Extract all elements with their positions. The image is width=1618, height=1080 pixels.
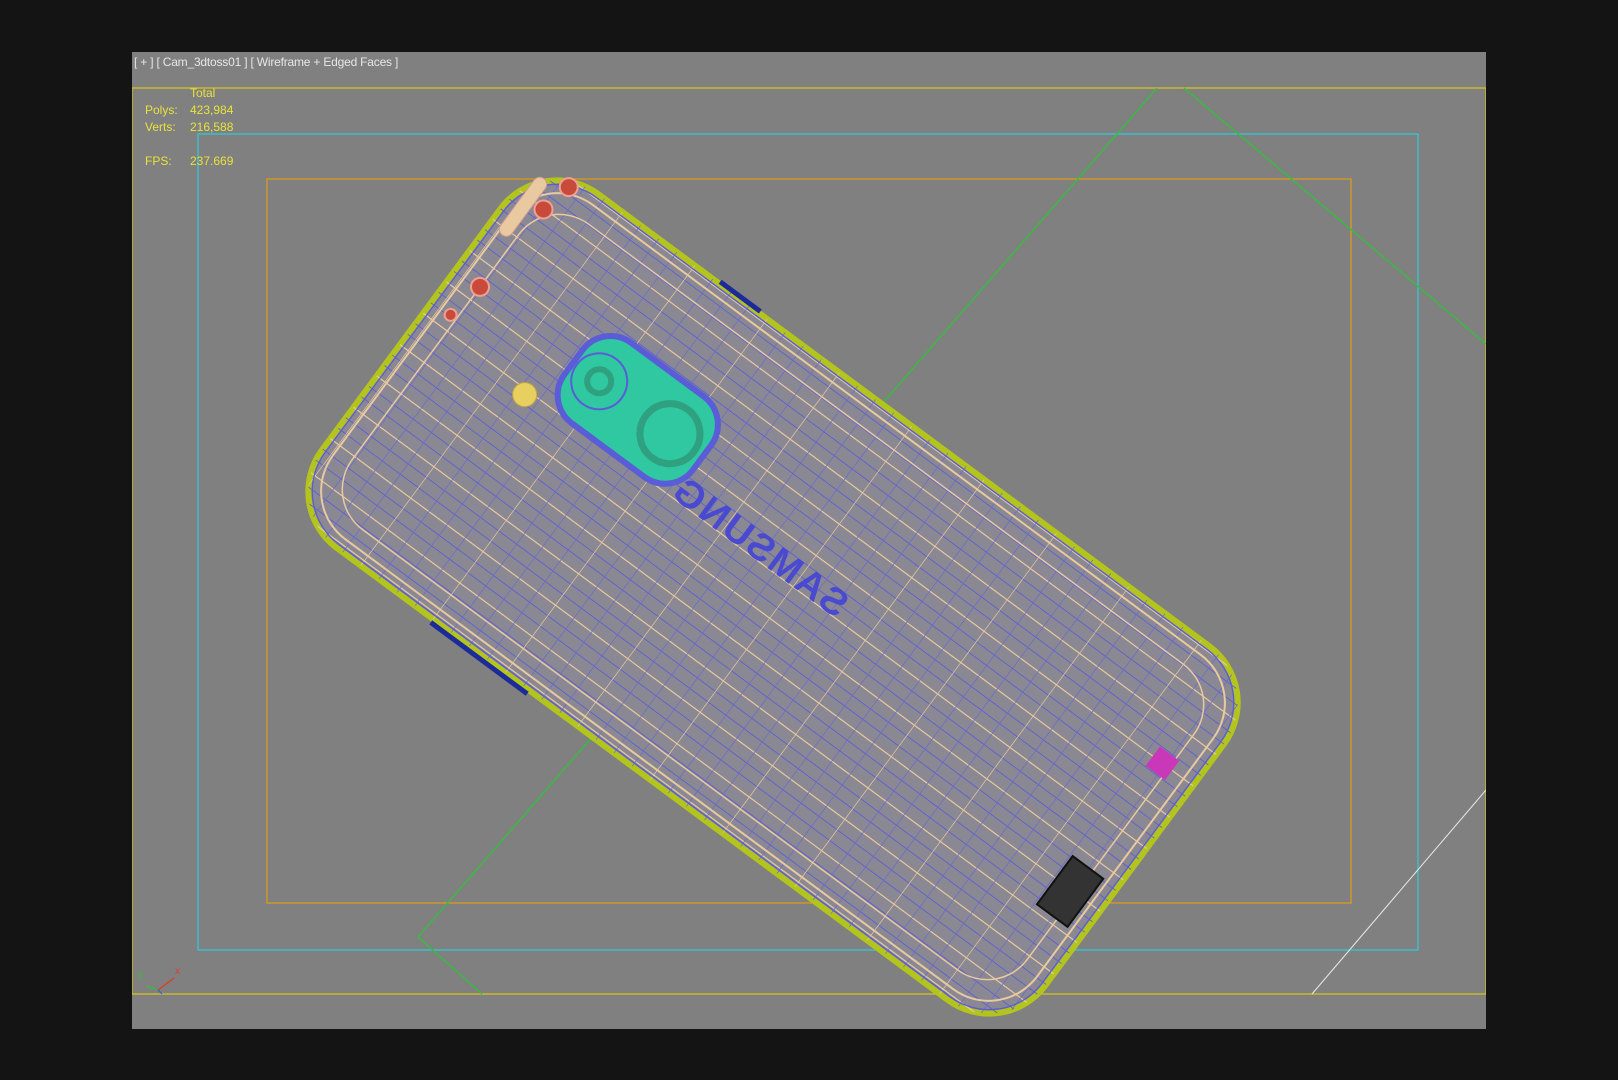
polys-value: 423,984	[190, 103, 234, 117]
polys-label: Polys:	[145, 103, 178, 117]
verts-label: Verts:	[145, 120, 176, 134]
viewport[interactable]: SAMSUNG [ + ] [ Cam_3dtoss01 ] [ Wirefra…	[132, 52, 1486, 1029]
camera-target-line	[1311, 789, 1486, 995]
fps-label: FPS:	[145, 154, 172, 168]
phone-model[interactable]: SAMSUNG	[278, 151, 1267, 1029]
stats-overlay: Total Polys: 423,984 Verts: 216,588 FPS:…	[145, 85, 265, 175]
fps-value: 237.669	[190, 154, 234, 168]
axis-x-label: x	[175, 966, 180, 977]
axis-y-label: y	[138, 970, 143, 981]
stats-header: Total	[190, 86, 216, 100]
viewport-label[interactable]: [ + ] [ Cam_3dtoss01 ] [ Wireframe + Edg…	[134, 55, 398, 69]
wireframe-scene[interactable]: SAMSUNG	[132, 52, 1486, 1029]
verts-value: 216,588	[190, 120, 234, 134]
